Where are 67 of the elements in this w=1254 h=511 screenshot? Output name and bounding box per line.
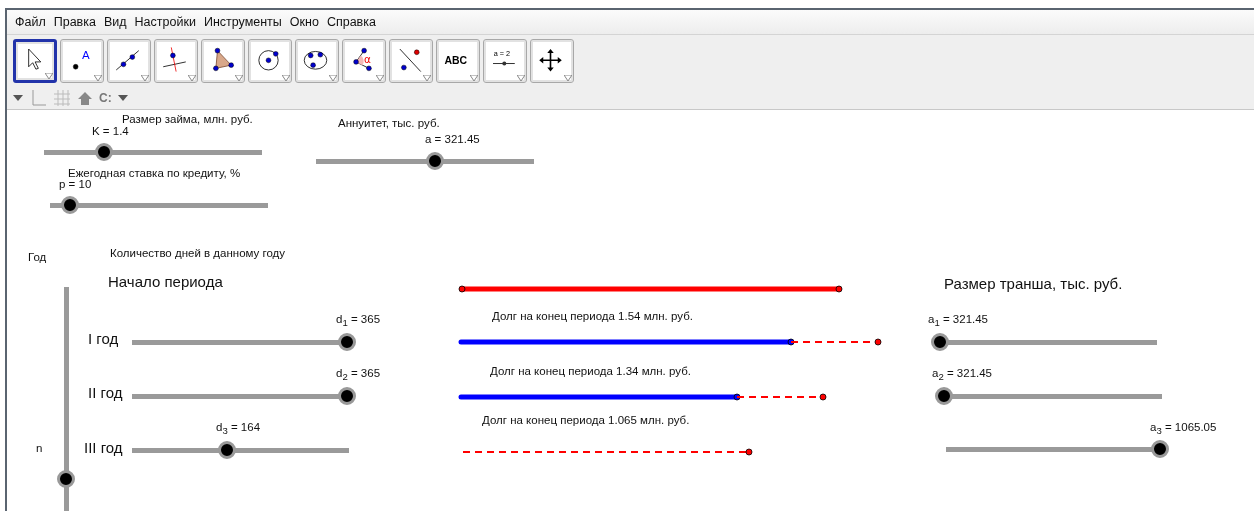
menu-item[interactable]: Справка — [322, 15, 380, 29]
slider-thumb[interactable] — [426, 152, 444, 170]
menu-item[interactable]: Окно — [285, 15, 323, 29]
slider-value: a$_{3}$ = 1065.05 — [1150, 422, 1217, 436]
capture-style-button[interactable]: C: — [99, 91, 112, 105]
canvas-text: II год — [88, 385, 123, 400]
dropdown-icon — [282, 75, 290, 81]
dropdown-icon — [329, 75, 337, 81]
slider-value: d$_{3}$ = 164 — [216, 422, 261, 436]
dropdown-icon — [141, 75, 149, 81]
dropdown-icon — [564, 75, 572, 81]
tool-button[interactable] — [248, 39, 292, 83]
slider-thumb[interactable] — [60, 196, 79, 214]
menu-item[interactable]: Настройки — [130, 15, 200, 29]
menu-item[interactable]: Инструменты — [199, 15, 286, 29]
slider-value: a = 321.45 — [425, 134, 480, 146]
dropdown-icon — [94, 75, 102, 81]
dropdown-icon — [235, 75, 243, 81]
slider-value: K = 1.4 — [92, 126, 129, 138]
slider-value: a$_{1}$ = 321.45 — [928, 314, 988, 328]
tool-button[interactable]: α — [342, 39, 386, 83]
tool-button[interactable]: a = 2 — [483, 39, 527, 83]
canvas-text: Долг на конец периода 1.54 млн. руб. — [492, 311, 693, 323]
dropdown-icon — [188, 75, 196, 81]
slider-value: a$_{2}$ = 321.45 — [932, 368, 992, 382]
slider-value: n — [36, 443, 43, 455]
text-tool-icon: ABC — [441, 43, 471, 75]
menu-item[interactable]: Правка — [49, 15, 100, 29]
slider-thumb[interactable] — [1151, 440, 1169, 458]
dropdown-icon — [376, 75, 384, 81]
dropdown-icon — [45, 73, 53, 79]
canvas-text: Долг на конец периода 1.065 млн. руб. — [482, 415, 690, 427]
dropdown-icon — [517, 75, 525, 81]
slider-value: d$_{1}$ = 365 — [336, 314, 381, 328]
slider-thumb[interactable] — [338, 387, 356, 405]
slider-value: d$_{2}$ = 365 — [336, 368, 381, 382]
dropdown-icon — [423, 75, 431, 81]
caret-icon[interactable] — [117, 94, 128, 102]
canvas-text: I год — [88, 331, 119, 346]
home-icon[interactable] — [77, 90, 93, 106]
slider-thumb[interactable] — [931, 333, 949, 351]
slider-value: p = 10 — [59, 179, 92, 191]
slider-caption: Аннуитет, тыс. руб. — [338, 118, 440, 130]
canvas-text: III год — [84, 440, 123, 455]
tool-button[interactable] — [107, 39, 151, 83]
canvas-text: Начало периода — [108, 274, 223, 289]
menu-item[interactable]: Файл — [11, 15, 50, 29]
tool-button[interactable] — [530, 39, 574, 83]
canvas-text: Количество дней в данному году — [110, 248, 286, 260]
tool-button[interactable] — [201, 39, 245, 83]
menu-item[interactable]: Вид — [99, 15, 131, 29]
slider-thumb[interactable] — [338, 333, 356, 351]
slider-caption: Размер займа, млн. руб. — [122, 114, 253, 126]
slider-thumb[interactable] — [57, 470, 75, 489]
slider-thumb[interactable] — [935, 387, 953, 405]
slider-thumb[interactable] — [94, 143, 113, 161]
slider-thumb[interactable] — [218, 441, 237, 459]
canvas-text: Размер транша, тыс. руб. — [944, 276, 1123, 291]
caret-icon[interactable] — [13, 94, 23, 102]
tool-button[interactable]: A — [60, 39, 104, 83]
slider-caption: Ежегодная ставка по кредиту, % — [68, 168, 241, 180]
canvas-text: Долг на конец периода 1.34 млн. руб. — [490, 366, 691, 378]
tool-button[interactable]: ABC — [436, 39, 480, 83]
canvas-text: Год — [28, 252, 47, 264]
tool-button[interactable] — [13, 39, 57, 83]
tool-button[interactable] — [295, 39, 339, 83]
dropdown-icon — [470, 75, 478, 81]
